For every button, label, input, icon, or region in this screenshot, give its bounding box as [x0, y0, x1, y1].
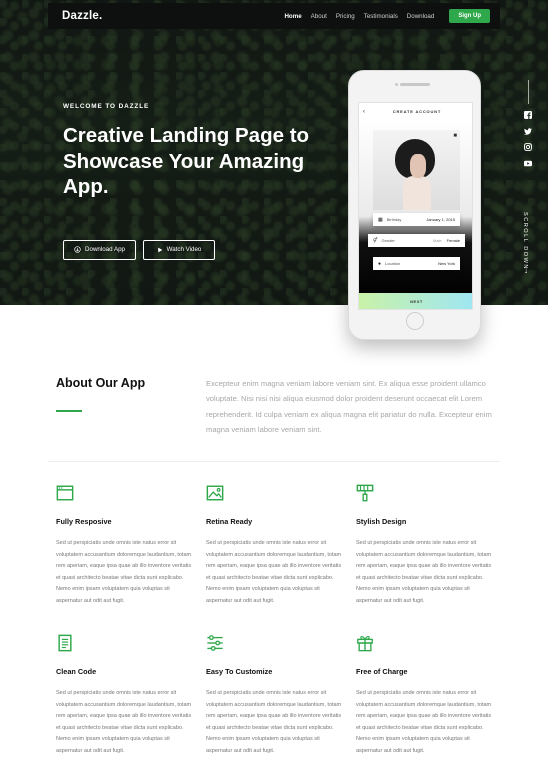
paint-roller-icon: [356, 484, 374, 502]
camera-icon[interactable]: ■: [453, 133, 457, 139]
feature-text: Sed ut perspiciatis unde omnis iste natu…: [56, 690, 192, 754]
profile-photo[interactable]: ■: [373, 130, 460, 210]
feature-card: Stylish Design Sed ut perspiciatis unde …: [356, 484, 492, 608]
gender-option-female[interactable]: Female: [447, 238, 460, 243]
gender-option-male[interactable]: Male: [433, 238, 442, 243]
section-divider: [48, 461, 500, 462]
feature-title: Free of Charge: [356, 667, 408, 676]
about-underline: [56, 410, 82, 412]
feature-card: Clean Code Sed ut perspiciatis unde omni…: [56, 634, 192, 758]
feature-card: Free of Charge Sed ut perspiciatis unde …: [356, 634, 492, 758]
nav-link-about[interactable]: About: [311, 13, 327, 20]
download-app-label: Download App: [85, 246, 125, 253]
welcome-label: WELCOME TO DAZZLE: [63, 103, 150, 110]
screen-header: ‹ CREATE ACCOUNT: [359, 103, 472, 120]
phone-screen: ‹ CREATE ACCOUNT ■ ▦ Birthday January 1,…: [358, 102, 473, 310]
about-section: About Our App Excepteur enim magna venia…: [56, 376, 496, 434]
feature-title: Easy To Customize: [206, 667, 273, 676]
location-value: New York: [438, 261, 455, 266]
facebook-icon[interactable]: [524, 111, 532, 119]
nav-links: Home About Pricing Testimonials Download…: [284, 9, 490, 23]
nav-link-home[interactable]: Home: [284, 13, 301, 20]
feature-card: Fully Resposive Sed ut perspiciatis unde…: [56, 484, 192, 608]
top-nav: Dazzle. Home About Pricing Testimonials …: [48, 3, 500, 29]
phone-mockup: ‹ CREATE ACCOUNT ■ ▦ Birthday January 1,…: [348, 70, 481, 340]
feature-text: Sed ut perspiciatis unde omnis iste natu…: [56, 540, 192, 604]
phone-camera: [395, 83, 398, 86]
watch-video-label: Watch Video: [166, 246, 202, 253]
next-button[interactable]: NEXT: [359, 293, 472, 309]
sliders-icon: [207, 635, 223, 651]
feature-text: Sed ut perspiciatis unde omnis iste natu…: [356, 690, 492, 754]
signup-button[interactable]: Sign Up: [449, 9, 490, 23]
logo[interactable]: Dazzle.: [62, 10, 102, 22]
nav-link-pricing[interactable]: Pricing: [336, 13, 355, 20]
scroll-down-label[interactable]: SCROLL DOWN: [522, 212, 528, 270]
feature-card: Retina Ready Sed ut perspiciatis unde om…: [206, 484, 342, 608]
location-pin-icon: ●: [378, 260, 382, 267]
hero-content: WELCOME TO DAZZLE Creative Landing Page …: [63, 103, 323, 260]
social-links: [524, 111, 532, 167]
nav-link-download[interactable]: Download: [407, 13, 435, 20]
photo-face: [410, 154, 426, 178]
browser-window-icon: [56, 485, 74, 501]
screen-title: CREATE ACCOUNT: [392, 109, 442, 114]
feature-text: Sed ut perspiciatis unde omnis iste natu…: [206, 690, 342, 754]
gift-icon: [357, 635, 373, 652]
twitter-icon[interactable]: [524, 127, 532, 135]
nav-link-testimonials[interactable]: Testimonials: [364, 13, 398, 20]
feature-title: Clean Code: [56, 667, 97, 676]
location-label: Location: [385, 261, 401, 266]
watch-video-button[interactable]: Watch Video: [143, 239, 215, 260]
photo-neck: [403, 176, 431, 210]
screen-background: ■ ▦ Birthday January 1, 2015 ⚥ Gender Ma…: [359, 120, 472, 295]
birthday-label: Birthday: [386, 217, 402, 222]
birthday-value: January 1, 2015: [426, 217, 455, 222]
download-app-button[interactable]: Download App: [63, 239, 136, 260]
instagram-icon[interactable]: [524, 143, 532, 151]
feature-title: Stylish Design: [356, 517, 407, 526]
play-icon: [157, 247, 163, 252]
birthday-field[interactable]: ▦ Birthday January 1, 2015: [373, 213, 460, 226]
location-field[interactable]: ● Location New York: [373, 257, 460, 270]
youtube-icon[interactable]: [524, 159, 532, 167]
download-circle-icon: [74, 246, 81, 253]
image-icon: [206, 485, 224, 501]
gender-field[interactable]: ⚥ Gender Male Female: [368, 234, 465, 247]
feature-title: Fully Resposive: [56, 517, 112, 526]
gender-label: Gender: [381, 238, 395, 243]
phone-home-button: [406, 312, 424, 330]
document-icon: [58, 634, 72, 652]
feature-card: Easy To Customize Sed ut perspiciatis un…: [206, 634, 342, 758]
gender-icon: ⚥: [373, 237, 378, 244]
hero-headline: Creative Landing Page to Showcase Your A…: [63, 124, 310, 198]
feature-text: Sed ut perspiciatis unde omnis iste natu…: [356, 540, 492, 604]
arrow-down-icon[interactable]: ↓: [524, 266, 528, 275]
calendar-icon: ▦: [378, 216, 383, 223]
feature-title: Retina Ready: [206, 517, 253, 526]
feature-text: Sed ut perspiciatis unde omnis iste natu…: [206, 540, 342, 604]
social-divider: [528, 80, 529, 104]
phone-speaker: [400, 83, 430, 86]
about-text: Excepteur enim magna veniam labore venia…: [206, 379, 492, 434]
